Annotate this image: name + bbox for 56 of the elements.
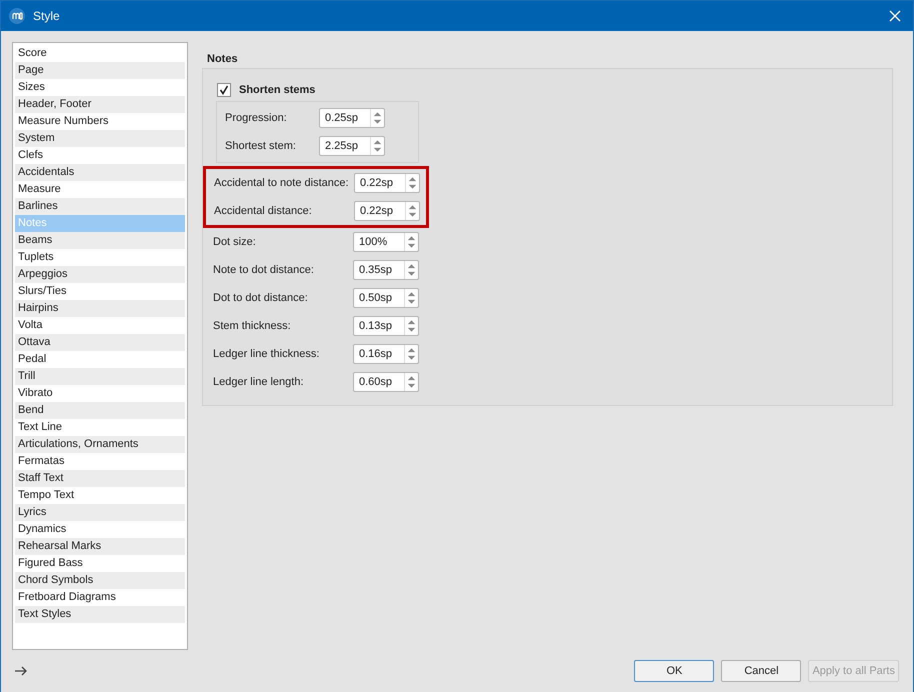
spin-arrows-icon[interactable] [370,109,384,127]
list-item[interactable]: Barlines [15,198,185,215]
list-item[interactable]: Bend [15,402,185,419]
window-title: Style [33,8,60,25]
list-item[interactable]: Rehearsal Marks [15,538,185,555]
group-title: Notes [207,52,239,67]
list-item[interactable]: Ottava [15,334,185,351]
list-item[interactable]: Text Styles [15,606,185,623]
list-item[interactable]: Arpeggios [15,266,185,283]
spin-box[interactable]: 0.22sp [354,173,420,193]
close-icon[interactable] [889,10,901,22]
list-item[interactable]: System [15,130,185,147]
spin-arrows-icon[interactable] [404,233,418,251]
spin-box[interactable]: 0.60sp [353,372,419,392]
dialog-button[interactable]: Cancel [721,660,802,682]
list-item[interactable]: Chord Symbols [15,572,185,589]
list-item[interactable]: Lyrics [15,504,185,521]
spin-arrows-icon[interactable] [404,345,418,363]
field-label: Ledger line length: [213,374,305,390]
list-item[interactable]: Beams [15,232,185,249]
spin-arrows-icon[interactable] [404,289,418,307]
dialog-button[interactable]: OK [634,660,714,682]
list-item[interactable]: Hairpins [15,300,185,317]
field-label: Note to dot distance: [213,262,315,278]
spin-box[interactable]: 0.50sp [353,288,419,308]
spin-arrows-icon[interactable] [404,317,418,335]
list-item[interactable]: Header, Footer [15,96,185,113]
checkbox[interactable] [217,83,231,97]
spin-arrows-icon[interactable] [404,261,418,279]
spin-arrows-icon[interactable] [370,137,384,155]
spin-arrows-icon[interactable] [405,174,419,192]
field-label: Ledger line thickness: [213,346,320,362]
checkbox-label[interactable]: Shorten stems [239,82,316,98]
spin-box[interactable]: 100% [353,232,419,252]
field-label: Shortest stem: [225,138,297,154]
spin-box[interactable]: 0.35sp [353,260,419,280]
spin-arrows-icon[interactable] [405,202,419,220]
field-label: Accidental distance: [214,204,313,219]
spin-box[interactable]: 0.13sp [353,316,419,336]
list-item[interactable]: Staff Text [15,470,185,487]
list-item[interactable]: Accidentals [15,164,185,181]
app-logo-icon [9,8,25,24]
list-item[interactable]: Trill [15,368,185,385]
spin-box[interactable]: 0.25sp [319,108,385,128]
field-label: Stem thickness: [213,318,292,334]
list-item[interactable]: Page [15,62,185,79]
arrow-icon[interactable] [15,666,27,676]
field-label: Accidental to note distance: [214,176,350,191]
field-label: Dot size: [213,234,257,250]
list-item[interactable]: Articulations, Ornaments [15,436,185,453]
spin-box[interactable]: 0.16sp [353,344,419,364]
spin-box[interactable]: 0.22sp [354,201,420,221]
field-label: Progression: [225,110,288,126]
spin-arrows-icon[interactable] [404,373,418,391]
field-label: Dot to dot distance: [213,290,309,306]
spin-box[interactable]: 2.25sp [319,136,385,156]
